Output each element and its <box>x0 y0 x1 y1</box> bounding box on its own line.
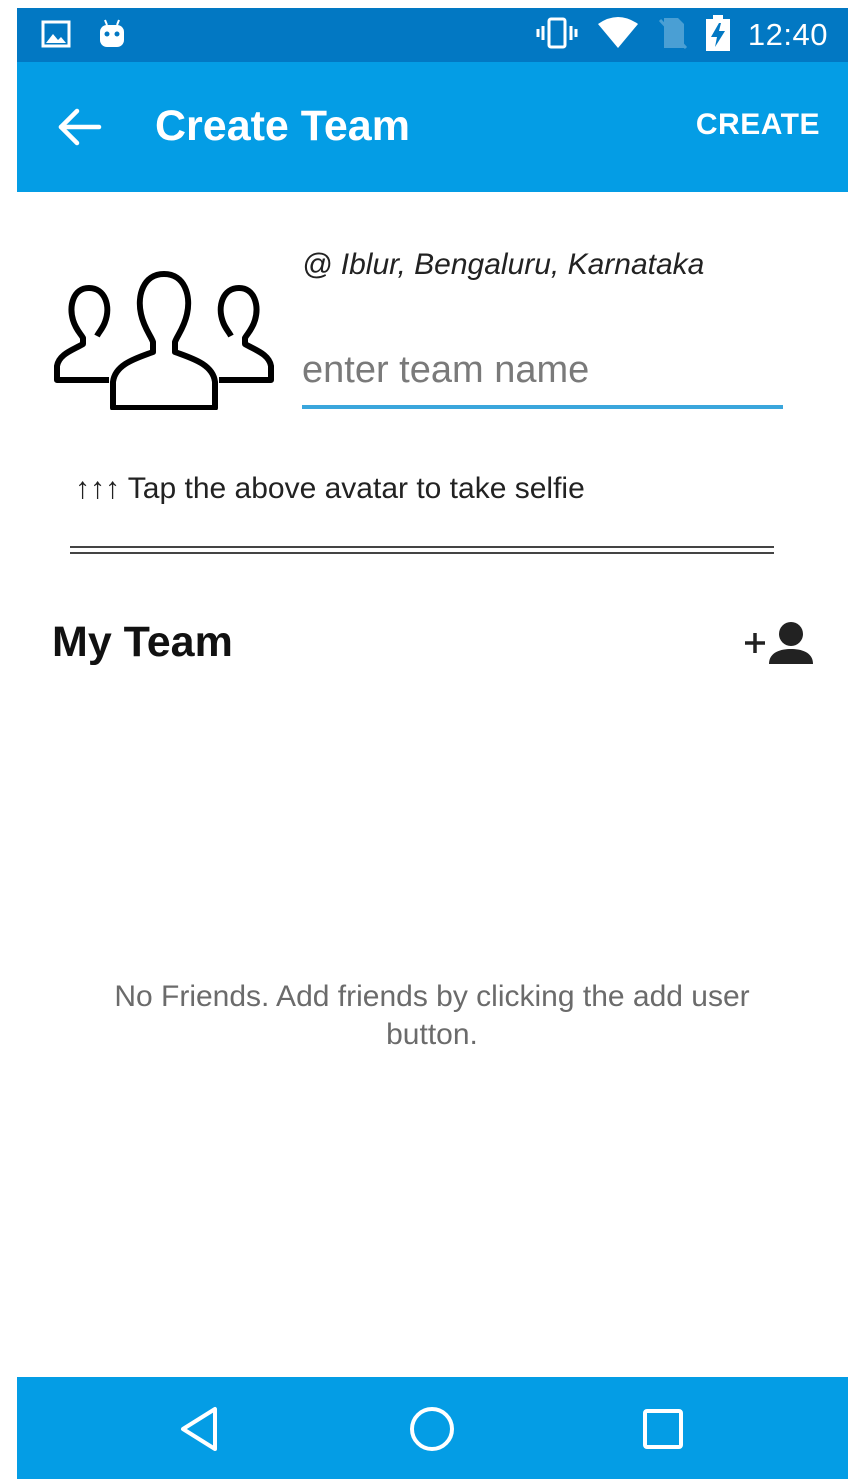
status-bar: 12:40 <box>17 8 848 62</box>
wifi-icon <box>596 16 640 55</box>
divider <box>70 546 774 554</box>
my-team-title: My Team <box>52 618 233 666</box>
location-label: @ Iblur, Bengaluru, Karnataka <box>302 248 705 281</box>
no-sim-icon <box>658 16 688 55</box>
status-time: 12:40 <box>747 17 828 52</box>
team-name-input[interactable] <box>302 343 783 409</box>
selfie-hint: ↑↑↑ Tap the above avatar to take selfie <box>75 472 585 505</box>
create-button[interactable]: CREATE <box>696 108 820 142</box>
navigation-bar <box>17 1377 848 1479</box>
home-circle-icon[interactable] <box>406 1403 458 1455</box>
image-icon <box>41 19 71 54</box>
page-title: Create Team <box>155 102 410 150</box>
vibrate-icon <box>536 17 578 54</box>
battery-charging-icon <box>705 14 730 56</box>
arrow-left-icon[interactable] <box>55 102 105 152</box>
empty-friends-message: No Friends. Add friends by clicking the … <box>114 980 750 1051</box>
back-triangle-icon[interactable] <box>175 1403 227 1455</box>
group-icon[interactable] <box>53 270 275 411</box>
add-user-icon[interactable] <box>737 620 817 670</box>
app-bar: Create Team CREATE <box>17 62 848 192</box>
screen: 12:40 Create Team CREATE @ Iblur, Bengal… <box>17 8 848 1479</box>
recents-square-icon[interactable] <box>637 1403 689 1455</box>
android-icon <box>97 18 127 55</box>
